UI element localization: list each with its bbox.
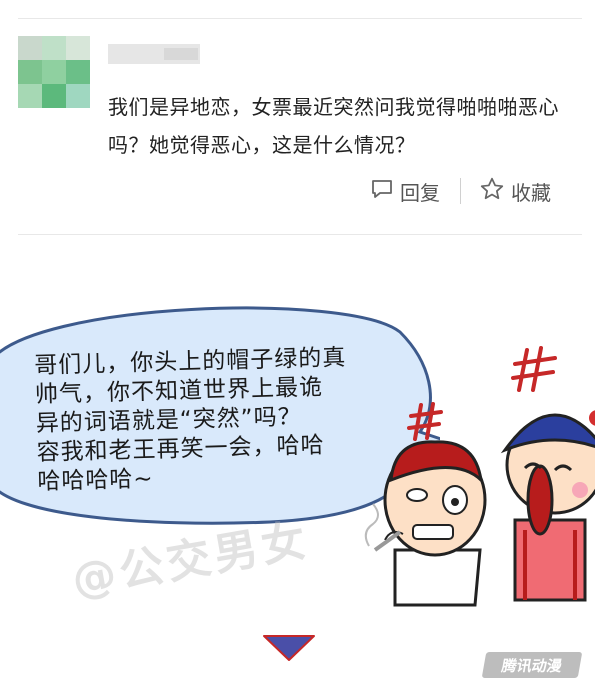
top-divider	[18, 18, 582, 19]
brand-logo: 腾讯动漫	[481, 652, 583, 678]
question-text: 我们是异地恋，女票最近突然问我觉得啪啪啪恶心吗？她觉得恶心，这是什么情况？	[108, 95, 559, 157]
post-bottom-divider	[18, 234, 582, 235]
cartoon-characters	[364, 346, 595, 607]
laughing-character	[500, 410, 595, 602]
reply-label: 回复	[400, 180, 440, 205]
avatar[interactable]	[18, 36, 90, 108]
speech-bubble-icon	[370, 177, 394, 206]
reply-button[interactable]: 回复	[370, 177, 440, 206]
star-icon	[479, 176, 505, 207]
favorite-label: 收藏	[511, 180, 551, 205]
post-actions: 回复 收藏	[370, 176, 551, 206]
username-blurred[interactable]	[108, 44, 200, 64]
smoking-character	[364, 440, 487, 607]
favorite-button[interactable]: 收藏	[479, 176, 551, 207]
down-arrow-icon[interactable]	[262, 632, 316, 662]
action-separator	[460, 178, 461, 204]
